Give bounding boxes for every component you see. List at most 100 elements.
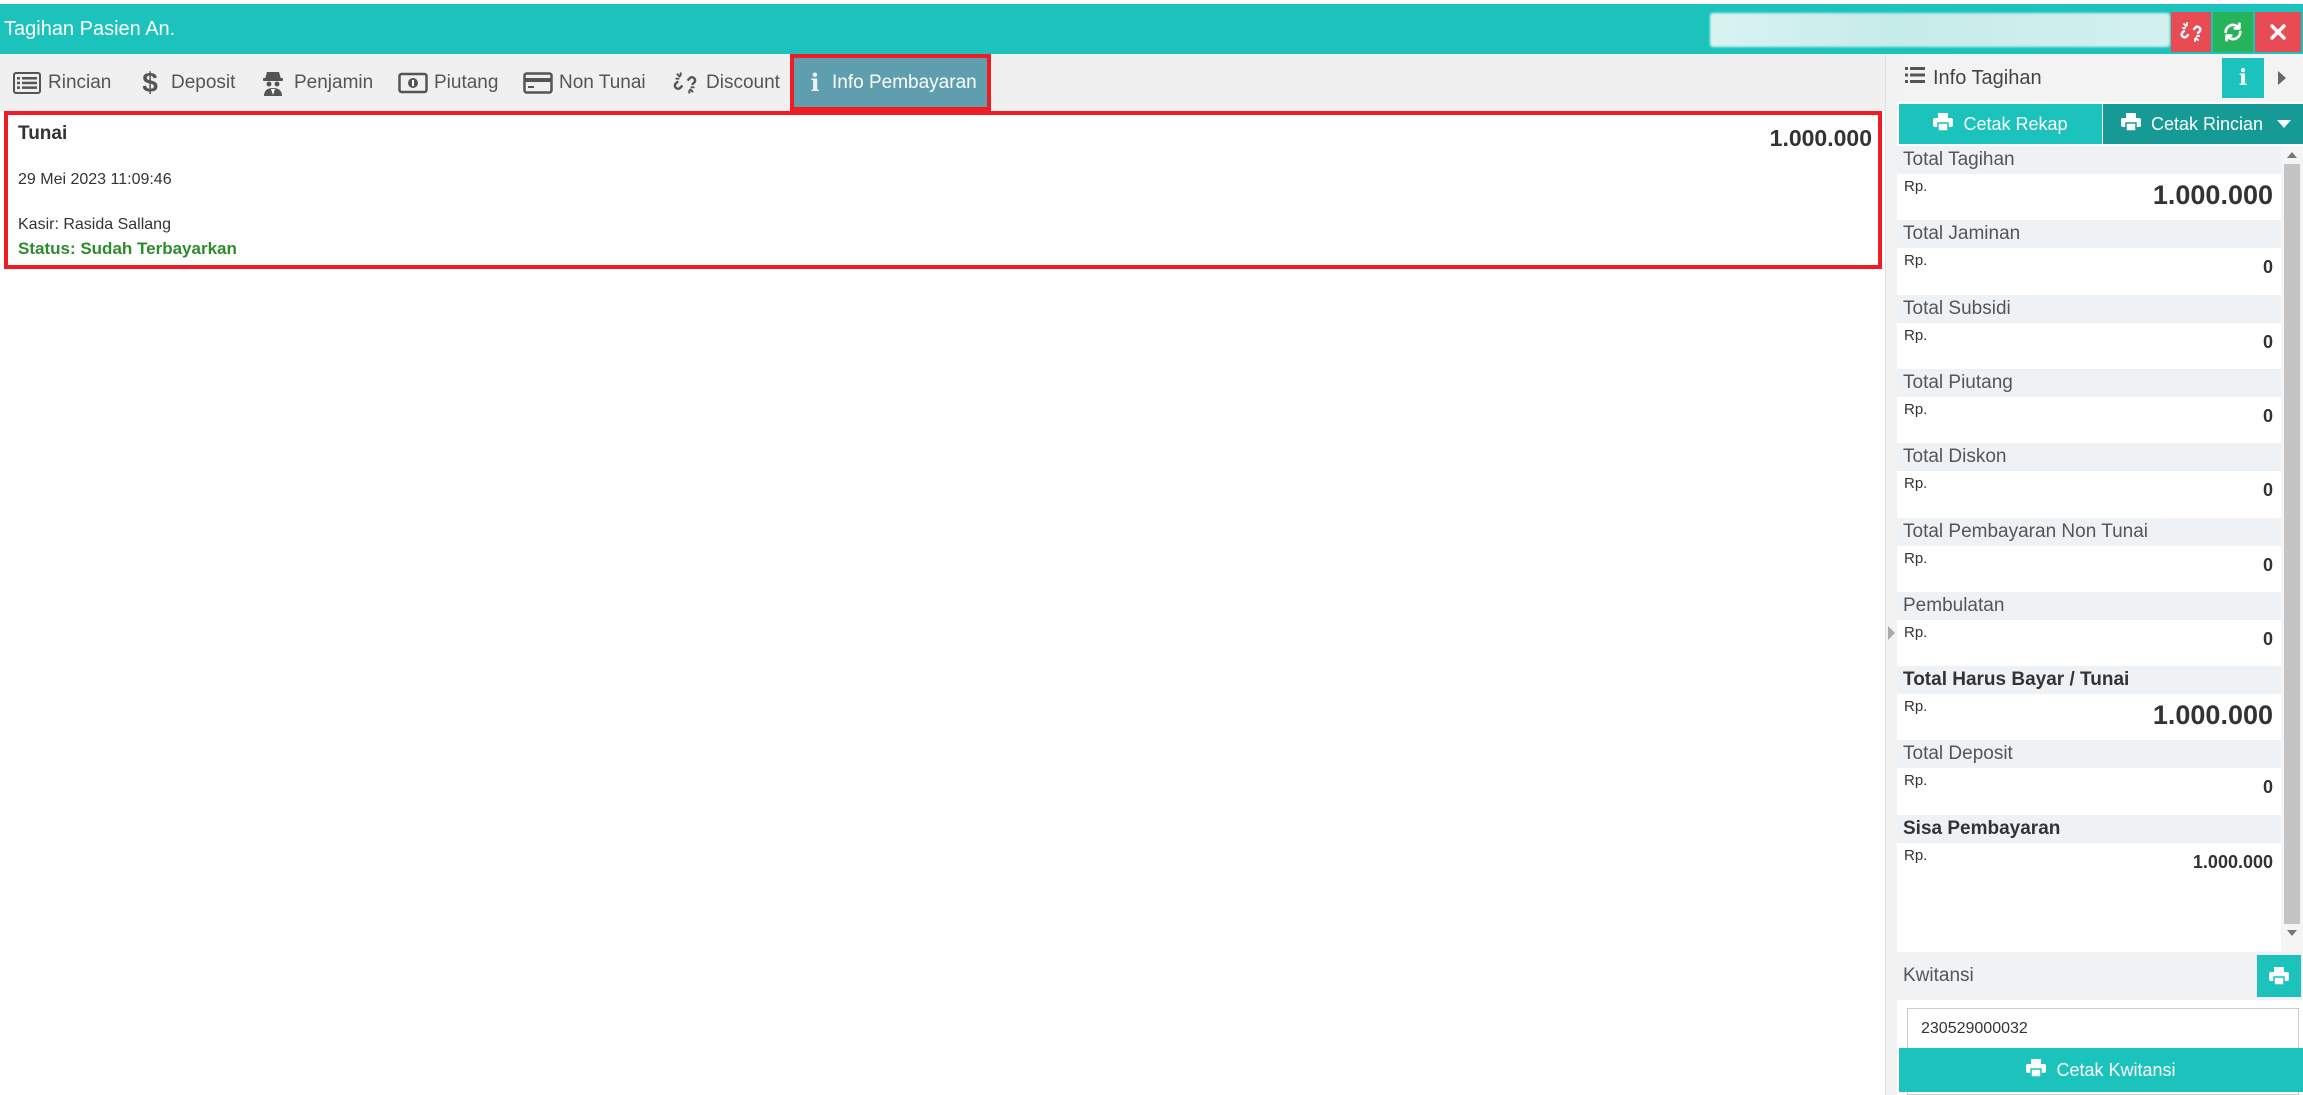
scroll-thumb[interactable] [2284,164,2300,924]
tab-label: Non Tunai [559,71,646,93]
cetak-kwitansi-button[interactable]: Cetak Kwitansi [1899,1048,2303,1092]
panel-splitter[interactable] [1885,54,1897,1095]
summary-label: Total Tagihan [1897,146,2281,174]
summary-scrollbar[interactable] [2281,146,2303,952]
currency-label: Rp. [1904,624,1928,641]
tab-discount[interactable]: Discount [670,54,780,111]
currency-label: Rp. [1904,550,1928,567]
scroll-up-icon[interactable] [2287,152,2297,158]
summary-value-row: Rp. 1.000.000 [1897,843,2281,883]
refresh-button[interactable] [2213,12,2253,52]
money-icon [398,68,428,98]
info-icon: i [810,68,820,97]
panel-title-wrap: Info Tagihan [1905,54,2042,102]
list-icon [1905,54,1925,102]
summary-amount: 0 [2262,777,2273,797]
currency-label: Rp. [1904,252,1928,269]
print-icon [1933,112,1954,136]
tab-penjamin[interactable]: Penjamin [258,54,373,111]
panel-title: Info Tagihan [1933,67,2042,89]
summary-label: Total Pembayaran Non Tunai [1897,518,2281,546]
close-icon [2270,24,2286,40]
kwitansi-label: Kwitansi [1903,965,1974,986]
info-button[interactable]: i [2222,58,2264,98]
currency-label: Rp. [1904,847,1928,864]
info-tagihan-panel: Info Tagihan i Cetak Rekap Cetak Rincian… [1897,54,2303,1095]
spy-icon [258,68,288,98]
payment-info-card: Tunai 1.000.000 29 Mei 2023 11:09:46 Kas… [4,111,1882,269]
currency-label: Rp. [1904,327,1928,344]
credit-card-icon [523,68,553,98]
summary-label: Total Piutang [1897,369,2281,397]
list-icon [12,68,42,98]
scroll-down-icon[interactable] [2287,930,2297,936]
cetak-kwitansi-label: Cetak Kwitansi [2056,1059,2176,1080]
print-kwitansi-icon-button[interactable] [2257,955,2301,997]
title-bar: Tagihan Pasien An. [0,4,2303,54]
summary-value-row: Rp. 0 [1897,620,2281,660]
summary-value-row: Rp. 0 [1897,248,2281,288]
summary-value-row: Rp. 1.000.000 [1897,174,2281,220]
tab-label: Info Pembayaran [832,71,977,93]
summary-label: Sisa Pembayaran [1897,815,2281,843]
unlink-icon [2180,22,2202,42]
print-icon [2269,967,2289,985]
unlink-button[interactable] [2171,12,2211,52]
tab-label: Deposit [171,71,236,93]
tab-deposit[interactable]: $ Deposit [135,54,235,111]
summary-value-row: Rp. 0 [1897,768,2281,808]
currency-label: Rp. [1904,772,1928,789]
summary-value-row: Rp. 1.000.000 [1897,694,2281,740]
info-icon: i [2238,65,2248,91]
close-button[interactable] [2255,12,2301,52]
summary-label: Total Harus Bayar / Tunai [1897,666,2281,694]
panel-header: Info Tagihan i [1897,54,2303,102]
expand-arrow-icon[interactable] [1888,626,1895,640]
cetak-rincian-button[interactable]: Cetak Rincian [2103,104,2303,144]
currency-label: Rp. [1904,401,1928,418]
cetak-rekap-label: Cetak Rekap [1963,113,2068,134]
summary-label: Pembulatan [1897,592,2281,620]
summary-amount: 1.000.000 [2152,180,2273,210]
summary-label: Total Deposit [1897,740,2281,768]
cetak-rekap-button[interactable]: Cetak Rekap [1899,104,2102,144]
billing-summary: Total Tagihan Rp. 1.000.000 Total Jaminan Rp… [1897,146,2281,952]
summary-amount: 1.000.000 [2192,852,2273,872]
tab-non-tunai[interactable]: Non Tunai [523,54,646,111]
summary-amount: 0 [2262,257,2273,277]
summary-value-row: Rp. 0 [1897,546,2281,586]
window-title: Tagihan Pasien An. [4,18,176,40]
summary-amount: 0 [2262,555,2273,575]
currency-label: Rp. [1904,475,1928,492]
dropdown-caret-icon[interactable] [2277,120,2291,128]
print-icon [2026,1058,2047,1082]
summary-amount: 0 [2262,332,2273,352]
collapse-panel-icon[interactable] [2278,71,2286,85]
summary-amount: 1.000.000 [2152,700,2273,730]
kwitansi-header: Kwitansi [1897,952,2303,1000]
summary-label: Total Subsidi [1897,295,2281,323]
refresh-icon [2224,22,2242,42]
summary-amount: 0 [2262,480,2273,500]
summary-value-row: Rp. 0 [1897,323,2281,363]
app-window: Tagihan Pasien An. Rincian $ Deposit Pen… [0,0,2303,1095]
summary-label: Total Diskon [1897,443,2281,471]
payment-method: Tunai [18,123,68,144]
kwitansi-number-field[interactable] [1907,1008,2299,1050]
summary-value-row: Rp. 0 [1897,397,2281,437]
currency-label: Rp. [1904,698,1928,715]
tab-info-pembayaran[interactable]: i Info Pembayaran [790,54,991,111]
summary-label: Total Jaminan [1897,220,2281,248]
tab-label: Penjamin [294,71,374,93]
patient-name-redacted [1710,13,2170,47]
print-buttons: Cetak Rekap Cetak Rincian [1897,102,2303,146]
summary-amount: 0 [2262,406,2273,426]
tab-piutang[interactable]: Piutang [398,54,498,111]
payment-cashier: Kasir: Rasida Sallang [18,216,171,233]
tab-rincian[interactable]: Rincian [12,54,111,111]
currency-label: Rp. [1904,178,1928,195]
payment-date: 29 Mei 2023 11:09:46 [18,171,172,188]
summary-amount: 0 [2262,629,2273,649]
dollar-icon: $ [142,66,158,98]
tab-bar: Rincian $ Deposit Penjamin Piutang Non T… [0,54,1885,111]
